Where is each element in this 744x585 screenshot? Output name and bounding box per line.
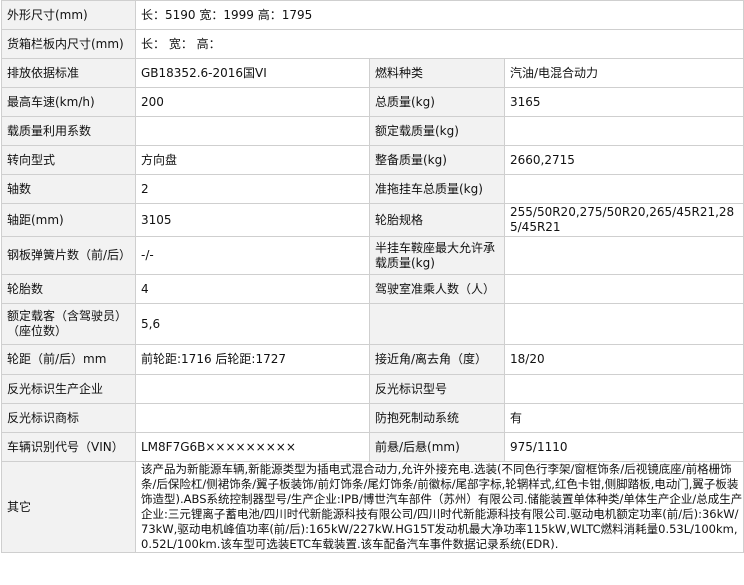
spec-table: 外形尺寸(mm) 长：5190 宽：1999 高：1795 货箱栏板内尺寸(mm) 长… — [1, 0, 744, 553]
row-value: 2 — [135, 174, 370, 204]
row-value: 200 — [135, 87, 370, 117]
row-label: 反光标识型号 — [369, 374, 505, 404]
row-value: 2660,2715 — [503, 145, 744, 175]
row-value: 前轮距:1716 后轮距:1727 — [135, 344, 370, 375]
spec-row: 钢板弹簧片数（前/后） -/- 半挂车鞍座最大允许承载质量(kg) — [1, 236, 744, 275]
row-value: GB18352.6-2016国VI — [135, 58, 370, 88]
row-label: 载质量利用系数 — [1, 116, 136, 146]
row-label — [369, 303, 505, 345]
spec-row: 轴距(mm) 3105 轮胎规格 255/50R20,275/50R20,265/45… — [1, 203, 744, 237]
row-value: 长：5190 宽：1999 高：1795 — [134, 0, 744, 30]
spec-row: 车辆识别代号（VIN） LM8F7G6B××××××××× 前悬/后悬(mm) 975… — [1, 432, 744, 462]
row-value: 3165 — [503, 87, 744, 117]
spec-row: 轴数 2 准拖挂车总质量(kg) — [1, 174, 744, 204]
row-label: 钢板弹簧片数（前/后） — [1, 236, 136, 275]
spec-row: 转向型式 方向盘 整备质量(kg) 2660,2715 — [1, 145, 744, 175]
row-label: 外形尺寸(mm) — [1, 0, 136, 30]
row-label: 货箱栏板内尺寸(mm) — [1, 29, 136, 59]
row-value — [503, 116, 744, 146]
row-label: 接近角/离去角（度） — [369, 344, 505, 375]
spec-row: 货箱栏板内尺寸(mm) 长： 宽： 高： — [1, 29, 744, 59]
row-label: 车辆识别代号（VIN） — [1, 432, 136, 462]
spec-row: 轮胎数 4 驾驶室准乘人数（人） — [1, 274, 744, 304]
row-label: 转向型式 — [1, 145, 136, 175]
row-label: 燃料种类 — [369, 58, 505, 88]
row-label: 轮距（前/后）mm — [1, 344, 136, 375]
spec-row: 轮距（前/后）mm 前轮距:1716 后轮距:1727 接近角/离去角（度） 18/2… — [1, 344, 744, 375]
row-label: 额定载客（含驾驶员）（座位数） — [1, 303, 136, 345]
row-label: 整备质量(kg) — [369, 145, 505, 175]
row-label: 防抱死制动系统 — [369, 403, 505, 433]
row-value: -/- — [135, 236, 370, 275]
spec-row: 额定载客（含驾驶员）（座位数） 5,6 — [1, 303, 744, 345]
row-value — [503, 303, 744, 345]
row-value — [503, 236, 744, 275]
row-value: 长： 宽： 高： — [134, 29, 744, 59]
row-label: 反光标识商标 — [1, 403, 136, 433]
row-value: 有 — [503, 403, 744, 433]
row-value — [503, 374, 744, 404]
row-value — [135, 116, 370, 146]
spec-row: 其它 该产品为新能源车辆,新能源类型为插电式混合动力,允许外接充电.选装(不同色行… — [1, 461, 744, 553]
row-label: 前悬/后悬(mm) — [369, 432, 505, 462]
row-label: 排放依据标准 — [1, 58, 136, 88]
row-value: 5,6 — [135, 303, 370, 345]
spec-row: 最高车速(km/h) 200 总质量(kg) 3165 — [1, 87, 744, 117]
row-label: 驾驶室准乘人数（人） — [369, 274, 505, 304]
row-label: 总质量(kg) — [369, 87, 505, 117]
row-value: 255/50R20,275/50R20,265/45R21,285/45R21 — [503, 203, 744, 237]
spec-row: 载质量利用系数 额定载质量(kg) — [1, 116, 744, 146]
row-value: LM8F7G6B××××××××× — [135, 432, 370, 462]
row-value: 方向盘 — [135, 145, 370, 175]
spec-row: 外形尺寸(mm) 长：5190 宽：1999 高：1795 — [1, 0, 744, 30]
row-value: 4 — [135, 274, 370, 304]
row-value — [135, 374, 370, 404]
row-value: 975/1110 — [503, 432, 744, 462]
row-value: 18/20 — [503, 344, 744, 375]
row-label: 额定载质量(kg) — [369, 116, 505, 146]
row-label: 轴数 — [1, 174, 136, 204]
row-label: 轮胎规格 — [369, 203, 505, 237]
row-label: 最高车速(km/h) — [1, 87, 136, 117]
row-value — [503, 174, 744, 204]
row-value: 3105 — [135, 203, 370, 237]
spec-row: 反光标识生产企业 反光标识型号 — [1, 374, 744, 404]
row-label: 准拖挂车总质量(kg) — [369, 174, 505, 204]
row-value — [503, 274, 744, 304]
row-label: 其它 — [1, 461, 136, 553]
row-label: 反光标识生产企业 — [1, 374, 136, 404]
row-label: 半挂车鞍座最大允许承载质量(kg) — [369, 236, 505, 275]
row-value: 汽油/电混合动力 — [503, 58, 744, 88]
spec-row: 反光标识商标 防抱死制动系统有 — [1, 403, 744, 433]
row-value: 该产品为新能源车辆,新能源类型为插电式混合动力,允许外接充电.选装(不同色行李架… — [134, 461, 744, 553]
spec-row: 排放依据标准 GB18352.6-2016国VI 燃料种类 汽油/电混合动力 — [1, 58, 744, 88]
row-value — [135, 403, 370, 433]
spec-table-body: 外形尺寸(mm) 长：5190 宽：1999 高：1795 货箱栏板内尺寸(mm) 长… — [1, 0, 744, 553]
row-label: 轮胎数 — [1, 274, 136, 304]
row-label: 轴距(mm) — [1, 203, 136, 237]
